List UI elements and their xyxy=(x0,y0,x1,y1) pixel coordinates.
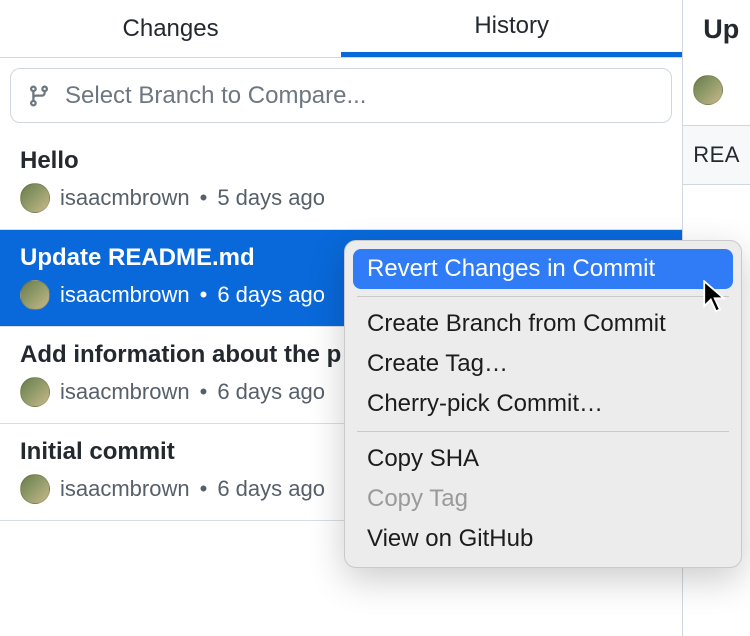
commit-item[interactable]: Hello isaacmbrown • 5 days ago xyxy=(0,133,682,230)
commit-author: isaacmbrown xyxy=(60,185,190,211)
commit-sep: • xyxy=(200,476,208,502)
menu-item-revert[interactable]: Revert Changes in Commit xyxy=(353,249,733,289)
file-row[interactable]: REA xyxy=(683,125,750,185)
avatar xyxy=(20,183,50,213)
branch-compare-placeholder: Select Branch to Compare... xyxy=(65,82,366,110)
commit-title: Hello xyxy=(20,147,662,175)
menu-item-copy-sha[interactable]: Copy SHA xyxy=(353,439,733,479)
tab-label: History xyxy=(474,12,549,40)
avatar xyxy=(20,280,50,310)
commit-sep: • xyxy=(200,379,208,405)
commit-time: 6 days ago xyxy=(217,379,325,405)
commit-time: 5 days ago xyxy=(217,185,325,211)
tabs: Changes History xyxy=(0,0,682,58)
commit-author: isaacmbrown xyxy=(60,282,190,308)
menu-separator xyxy=(357,431,729,432)
menu-separator xyxy=(357,296,729,297)
branch-compare-container: Select Branch to Compare... xyxy=(0,58,682,133)
menu-item-copy-tag: Copy Tag xyxy=(353,479,733,519)
commit-author: isaacmbrown xyxy=(60,379,190,405)
commit-sep: • xyxy=(200,185,208,211)
commit-time: 6 days ago xyxy=(217,282,325,308)
avatar xyxy=(20,377,50,407)
context-menu: Revert Changes in Commit Create Branch f… xyxy=(344,240,742,568)
menu-item-cherry-pick[interactable]: Cherry-pick Commit… xyxy=(353,384,733,424)
branch-compare-input[interactable]: Select Branch to Compare... xyxy=(10,68,672,123)
avatar xyxy=(20,474,50,504)
tab-label: Changes xyxy=(123,15,219,43)
menu-item-create-branch[interactable]: Create Branch from Commit xyxy=(353,304,733,344)
avatar xyxy=(693,75,723,105)
menu-item-view-github[interactable]: View on GitHub xyxy=(353,519,733,559)
menu-item-create-tag[interactable]: Create Tag… xyxy=(353,344,733,384)
commit-time: 6 days ago xyxy=(217,476,325,502)
detail-title: Up xyxy=(683,0,750,45)
tab-changes[interactable]: Changes xyxy=(0,0,341,57)
tab-history[interactable]: History xyxy=(341,0,682,57)
commit-sep: • xyxy=(200,282,208,308)
git-branch-icon xyxy=(27,84,51,108)
commit-author: isaacmbrown xyxy=(60,476,190,502)
